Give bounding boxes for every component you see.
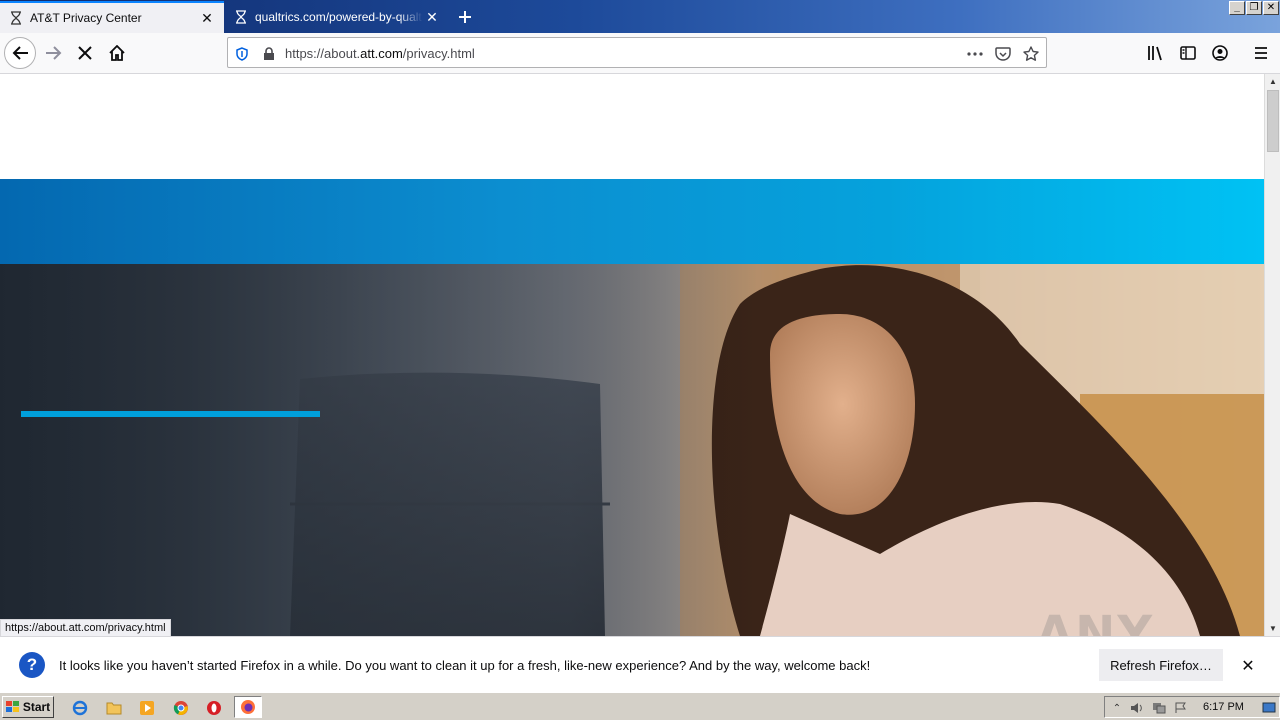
close-tab-icon[interactable]: ✕ — [423, 8, 441, 26]
refresh-notification-bar: ? It looks like you haven’t started Fire… — [0, 636, 1280, 692]
show-desktop-icon[interactable] — [1261, 700, 1277, 716]
hourglass-icon — [8, 10, 24, 26]
sidebar-icon — [1180, 46, 1196, 60]
windows-logo-icon — [5, 701, 19, 712]
arrow-left-icon — [12, 46, 28, 60]
menu-button[interactable] — [1245, 37, 1277, 69]
network-icon[interactable] — [1151, 700, 1167, 716]
account-icon — [1212, 45, 1228, 61]
account-button[interactable] — [1204, 37, 1236, 69]
new-tab-button[interactable] — [452, 4, 478, 30]
media-player-icon[interactable] — [137, 698, 157, 718]
close-window-button[interactable]: ✕ — [1263, 1, 1279, 15]
tab-title: qualtrics.com/powered-by-qualtrics — [255, 10, 423, 24]
refresh-firefox-button[interactable]: Refresh Firefox… — [1099, 649, 1223, 681]
volume-icon[interactable] — [1129, 700, 1145, 716]
window-controls: _ ❐ ✕ — [1229, 1, 1279, 15]
hero-image — [0, 264, 1264, 636]
explorer-folder-icon[interactable] — [104, 698, 124, 718]
tab-strip: AT&T Privacy Center ✕ qualtrics.com/powe… — [0, 0, 1280, 33]
library-icon — [1148, 46, 1162, 61]
minimize-button[interactable]: _ — [1229, 1, 1245, 15]
question-icon: ? — [19, 652, 45, 678]
status-link-preview: https://about.att.com/privacy.html — [0, 619, 171, 637]
tracking-shield-icon[interactable] — [233, 45, 251, 63]
flag-icon[interactable] — [1173, 700, 1189, 716]
hamburger-icon — [1255, 47, 1267, 59]
start-label: Start — [22, 700, 51, 714]
forward-button[interactable] — [38, 37, 70, 69]
stop-button[interactable] — [69, 37, 101, 69]
chrome-icon[interactable] — [171, 698, 191, 718]
tray-expand-icon[interactable]: ⌃ — [1109, 700, 1125, 716]
home-icon — [109, 45, 125, 61]
restore-button[interactable]: ❐ — [1246, 1, 1262, 15]
close-notification-icon[interactable]: ✕ — [1238, 656, 1258, 676]
tab-qualtrics[interactable]: qualtrics.com/powered-by-qualtrics ✕ — [225, 1, 449, 33]
vertical-scrollbar[interactable]: ▲ ▼ — [1264, 74, 1280, 636]
home-button[interactable] — [101, 37, 133, 69]
scroll-thumb[interactable] — [1267, 90, 1279, 152]
hero-accent-line — [21, 411, 320, 417]
plus-icon — [459, 11, 471, 23]
tab-att-privacy[interactable]: AT&T Privacy Center ✕ — [0, 1, 224, 33]
page-content — [0, 74, 1264, 636]
url-text: https://about.att.com/privacy.html — [285, 46, 475, 61]
bookmark-star-icon[interactable] — [1022, 45, 1040, 63]
start-button[interactable]: Start — [2, 696, 54, 718]
close-tab-icon[interactable]: ✕ — [198, 9, 216, 27]
page-actions-icon[interactable] — [966, 45, 984, 63]
url-bar[interactable]: https://about.att.com/privacy.html — [227, 37, 1047, 68]
nav-bar: https://about.att.com/privacy.html — [0, 33, 1280, 74]
notification-message: It looks like you haven’t started Firefo… — [59, 658, 871, 673]
pocket-icon[interactable] — [994, 45, 1012, 63]
ie-icon[interactable] — [70, 698, 90, 718]
firefox-taskbar-icon[interactable] — [234, 696, 262, 718]
clock: 6:17 PM — [1203, 701, 1244, 713]
lock-icon[interactable] — [260, 45, 278, 63]
stop-x-icon — [78, 46, 92, 60]
taskbar: Start ⌃ 6:17 PM — [0, 692, 1280, 720]
system-tray: ⌃ 6:17 PM — [1104, 696, 1280, 718]
scroll-up-icon[interactable]: ▲ — [1265, 74, 1280, 89]
hourglass-icon — [233, 9, 249, 25]
arrow-right-icon — [46, 46, 62, 60]
sidebar-button[interactable] — [1172, 37, 1204, 69]
opera-icon[interactable] — [204, 698, 224, 718]
tab-title: AT&T Privacy Center — [30, 11, 142, 25]
hero-photo-icon — [0, 264, 1264, 636]
header-banner — [0, 179, 1264, 264]
back-button[interactable] — [4, 37, 36, 69]
library-button[interactable] — [1140, 37, 1172, 69]
